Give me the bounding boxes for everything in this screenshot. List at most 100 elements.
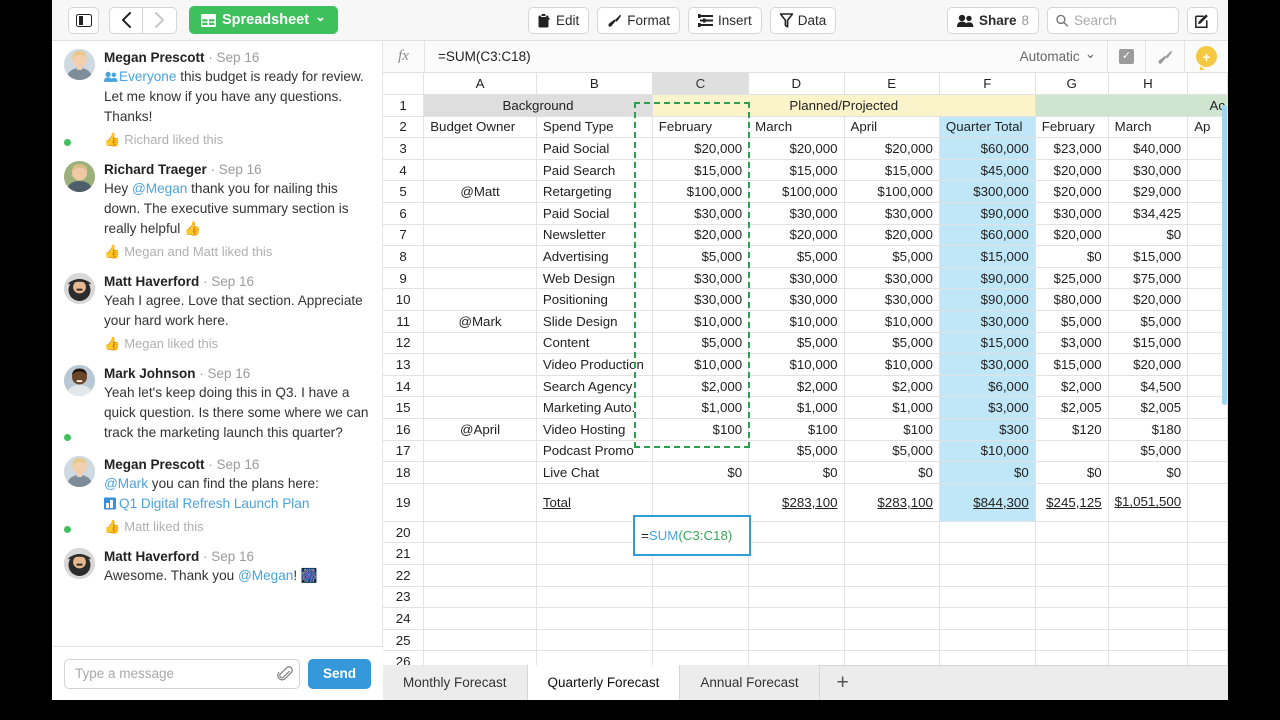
cell-empty[interactable] — [423, 586, 537, 609]
cell-empty[interactable] — [423, 650, 537, 665]
avatar[interactable] — [62, 365, 95, 443]
col-header-B[interactable]: B — [536, 73, 653, 96]
cell-A8[interactable] — [423, 245, 537, 268]
cell-F19[interactable]: $844,300 — [939, 483, 1036, 522]
cell-empty[interactable] — [748, 629, 845, 652]
cell-empty[interactable] — [1108, 650, 1189, 665]
cell-H19[interactable]: $1,051,500 — [1108, 483, 1189, 522]
cell-A13[interactable] — [423, 353, 537, 376]
cell-empty[interactable] — [939, 521, 1036, 544]
cell-empty[interactable] — [1187, 650, 1228, 665]
cell-F8[interactable]: $15,000 — [939, 245, 1036, 268]
cell-B7[interactable]: Newsletter — [536, 224, 653, 247]
paperclip-icon[interactable] — [277, 665, 293, 682]
cell-A7[interactable] — [423, 224, 537, 247]
row-header-7[interactable]: 7 — [383, 224, 425, 247]
cell-H9[interactable]: $75,000 — [1108, 267, 1189, 290]
col-header-G[interactable]: G — [1035, 73, 1109, 96]
cell-E5[interactable]: $100,000 — [844, 180, 940, 204]
cell-F6[interactable]: $90,000 — [939, 202, 1036, 225]
cell-empty[interactable] — [939, 564, 1036, 587]
cell-H14[interactable]: $4,500 — [1108, 375, 1189, 398]
sheet-tab-quarterly[interactable]: Quarterly Forecast — [527, 665, 681, 700]
cell-F10[interactable]: $90,000 — [939, 288, 1036, 312]
cell-empty[interactable] — [1035, 521, 1109, 544]
row-header-17[interactable]: 17 — [383, 440, 425, 463]
col-header-F[interactable]: F — [939, 73, 1036, 96]
cell-empty[interactable] — [1187, 629, 1228, 652]
cell-D17[interactable]: $5,000 — [748, 440, 845, 463]
row-header-1[interactable]: 1 — [383, 94, 425, 117]
avatar[interactable] — [64, 161, 95, 260]
cell-empty[interactable] — [652, 586, 750, 609]
scroll-thumb[interactable] — [1222, 105, 1227, 405]
calc-mode-dropdown[interactable]: Automatic ⌄ — [1009, 41, 1107, 73]
cell-D16[interactable]: $100 — [748, 418, 845, 441]
cell-H12[interactable]: $15,000 — [1108, 332, 1189, 355]
cell-G7[interactable]: $20,000 — [1035, 224, 1109, 247]
cell-C14[interactable]: $2,000 — [652, 375, 750, 398]
cell-B5[interactable]: Retargeting — [536, 180, 653, 204]
cell-B17[interactable]: Podcast Promo — [536, 440, 653, 463]
cell-E6[interactable]: $30,000 — [844, 202, 940, 225]
search-box[interactable] — [1047, 6, 1179, 34]
cell-D19[interactable]: $283,100 — [748, 483, 845, 522]
cell-E12[interactable]: $5,000 — [844, 332, 940, 355]
grid-viewport[interactable]: A B C D E F G H 1 Background Planned/Pro… — [383, 73, 1228, 665]
avatar[interactable] — [64, 273, 95, 352]
formula-input[interactable]: =SUM(C3:C18) — [425, 49, 1009, 64]
cell-empty[interactable] — [1187, 607, 1228, 630]
cell-C7[interactable]: $20,000 — [652, 224, 750, 247]
cell-E9[interactable]: $30,000 — [844, 267, 940, 290]
cell-empty[interactable] — [423, 607, 537, 630]
col-header-H[interactable]: H — [1108, 73, 1189, 96]
sheet-tab-monthly[interactable]: Monthly Forecast — [383, 665, 528, 700]
cell-A18[interactable] — [423, 461, 537, 484]
cell-H8[interactable]: $15,000 — [1108, 245, 1189, 268]
cell-empty[interactable] — [423, 629, 537, 652]
cell-empty[interactable] — [844, 586, 940, 609]
cell-D4[interactable]: $15,000 — [748, 159, 845, 182]
data-button[interactable]: Data — [769, 6, 837, 34]
cell-A3[interactable] — [423, 137, 537, 160]
cell-E7[interactable]: $20,000 — [844, 224, 940, 247]
share-button[interactable]: Share 8 — [946, 6, 1039, 34]
row-header-20[interactable]: 20 — [383, 521, 425, 544]
row-header-9[interactable]: 9 — [383, 267, 425, 290]
row-header-22[interactable]: 22 — [383, 564, 425, 587]
insert-button[interactable]: Insert — [688, 6, 762, 34]
mention-everyone[interactable]: Everyone — [119, 69, 176, 84]
cell-H10[interactable]: $20,000 — [1108, 288, 1189, 312]
back-button[interactable] — [109, 6, 143, 34]
cell-D13[interactable]: $10,000 — [748, 353, 845, 376]
cell-F4[interactable]: $45,000 — [939, 159, 1036, 182]
row-header-26[interactable]: 26 — [383, 650, 425, 665]
cell-E10[interactable]: $30,000 — [844, 288, 940, 312]
row-header-23[interactable]: 23 — [383, 586, 425, 609]
cell-A12[interactable] — [423, 332, 537, 355]
cell-empty[interactable] — [844, 650, 940, 665]
col-header-E[interactable]: E — [844, 73, 940, 96]
cell-B9[interactable]: Web Design — [536, 267, 653, 290]
cell-F7[interactable]: $60,000 — [939, 224, 1036, 247]
cell-empty[interactable] — [1187, 586, 1228, 609]
cell-B13[interactable]: Video Production — [536, 353, 653, 376]
cell-E4[interactable]: $15,000 — [844, 159, 940, 182]
cell-F5[interactable]: $300,000 — [939, 180, 1036, 204]
cell-G8[interactable]: $0 — [1035, 245, 1109, 268]
cell-D3[interactable]: $20,000 — [748, 137, 845, 160]
cell-empty[interactable] — [1108, 607, 1189, 630]
cell-empty[interactable] — [844, 542, 940, 565]
sheet-tab-annual[interactable]: Annual Forecast — [680, 665, 820, 700]
col-header-I[interactable] — [1187, 73, 1228, 96]
message-input[interactable] — [75, 666, 277, 681]
mention-user[interactable]: @Megan — [132, 181, 187, 196]
cell-empty[interactable] — [748, 521, 845, 544]
row-header-10[interactable]: 10 — [383, 288, 425, 312]
checkbox-insert-button[interactable]: ✓ — [1108, 41, 1145, 73]
row-header-12[interactable]: 12 — [383, 332, 425, 355]
cell-G10[interactable]: $80,000 — [1035, 288, 1109, 312]
format-painter-button[interactable] — [1146, 41, 1184, 73]
cell-G19[interactable]: $245,125 — [1035, 483, 1109, 522]
cell-E13[interactable]: $10,000 — [844, 353, 940, 376]
